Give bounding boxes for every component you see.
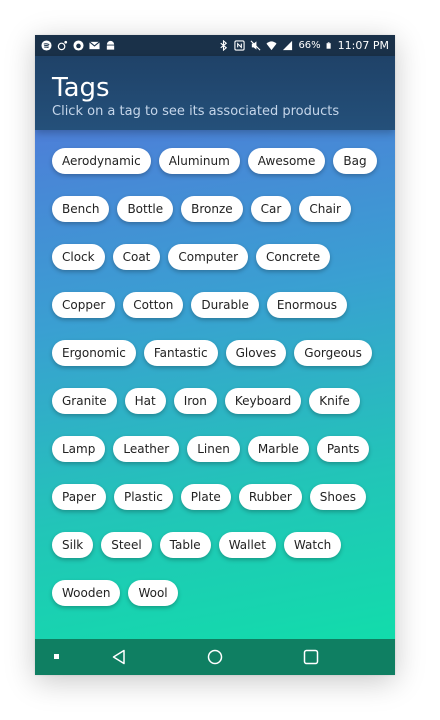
tag-chip-bottle[interactable]: Bottle: [117, 196, 174, 222]
status-left-icons: [41, 40, 116, 51]
page-subtitle: Click on a tag to see its associated pro…: [52, 104, 340, 119]
tag-chip-bronze[interactable]: Bronze: [181, 196, 243, 222]
tag-chip-aluminum[interactable]: Aluminum: [158, 148, 240, 174]
tag-chip-paper[interactable]: Paper: [52, 484, 106, 510]
tag-chip-iron[interactable]: Iron: [173, 388, 217, 414]
tag-chip-watch[interactable]: Watch: [283, 532, 342, 558]
spotify-icon: [41, 40, 52, 51]
home-button[interactable]: [205, 647, 225, 667]
bug-icon: [73, 40, 84, 51]
cast-icon: [57, 40, 68, 51]
tag-chip-fantastic[interactable]: Fantastic: [143, 340, 218, 366]
tag-chip-bag[interactable]: Bag: [333, 148, 377, 174]
back-button[interactable]: [109, 647, 129, 667]
tag-chip-plate[interactable]: Plate: [180, 484, 231, 510]
page-title: Tags: [52, 73, 110, 103]
tag-chip-leather[interactable]: Leather: [113, 436, 180, 462]
wifi-icon: [266, 41, 277, 51]
battery-icon: [326, 42, 331, 49]
tag-chip-wooden[interactable]: Wooden: [52, 580, 121, 606]
recent-apps-button[interactable]: [301, 647, 321, 667]
tag-chip-wool[interactable]: Wool: [128, 580, 178, 606]
android-icon: [106, 40, 115, 50]
tag-chip-knife[interactable]: Knife: [309, 388, 360, 414]
tag-chip-coat[interactable]: Coat: [112, 244, 161, 270]
tag-chip-granite[interactable]: Granite: [52, 388, 117, 414]
tag-chip-awesome[interactable]: Awesome: [247, 148, 326, 174]
tag-chip-gorgeous[interactable]: Gorgeous: [294, 340, 372, 366]
tag-chip-marble[interactable]: Marble: [247, 436, 309, 462]
status-time: 11:07 PM: [337, 39, 389, 52]
nfc-icon: [234, 40, 246, 51]
home-circle-icon: [207, 649, 223, 665]
mail-icon: [89, 41, 100, 50]
nav-indicator-dot: [54, 654, 59, 659]
tag-chip-cotton[interactable]: Cotton: [123, 292, 184, 318]
tag-chip-pants[interactable]: Pants: [316, 436, 370, 462]
tag-chip-copper[interactable]: Copper: [52, 292, 116, 318]
app-header: Tags Click on a tag to see its associate…: [35, 56, 395, 130]
tag-chip-shoes[interactable]: Shoes: [309, 484, 366, 510]
battery-percent: 66%: [298, 40, 321, 51]
tag-chip-ergonomic[interactable]: Ergonomic: [52, 340, 136, 366]
tag-chip-clock[interactable]: Clock: [52, 244, 105, 270]
tag-chip-computer[interactable]: Computer: [168, 244, 249, 270]
tag-chip-plastic[interactable]: Plastic: [113, 484, 173, 510]
tag-chip-bench[interactable]: Bench: [52, 196, 110, 222]
tag-chip-linen[interactable]: Linen: [187, 436, 240, 462]
tag-chip-lamp[interactable]: Lamp: [52, 436, 106, 462]
tag-chip-chair[interactable]: Chair: [299, 196, 351, 222]
status-bar: 66% 11:07 PM: [35, 35, 395, 56]
tag-chip-steel[interactable]: Steel: [101, 532, 152, 558]
tag-chip-silk[interactable]: Silk: [52, 532, 94, 558]
status-right-icons: 66% 11:07 PM: [218, 39, 389, 52]
tag-chip-durable[interactable]: Durable: [191, 292, 259, 318]
tag-chip-car[interactable]: Car: [250, 196, 292, 222]
tag-chip-keyboard[interactable]: Keyboard: [224, 388, 302, 414]
tag-chip-gloves[interactable]: Gloves: [225, 340, 287, 366]
back-triangle-icon: [112, 649, 125, 665]
android-nav-bar: [35, 639, 395, 675]
signal-icon: [283, 40, 293, 51]
tag-list: Aerodynamic Aluminum Awesome Bag Bench Bottle…: [52, 148, 388, 606]
bluetooth-icon: [220, 40, 228, 51]
tag-chip-rubber[interactable]: Rubber: [238, 484, 302, 510]
tag-chip-hat[interactable]: Hat: [124, 388, 166, 414]
recent-square-icon: [303, 649, 319, 665]
tag-chip-enormous[interactable]: Enormous: [266, 292, 347, 318]
tag-chip-table[interactable]: Table: [159, 532, 211, 558]
tag-chip-aerodynamic[interactable]: Aerodynamic: [52, 148, 151, 174]
tag-chip-wallet[interactable]: Wallet: [218, 532, 276, 558]
phone-frame: 66% 11:07 PM Tags Click on a tag to see …: [35, 35, 395, 675]
tag-chip-concrete[interactable]: Concrete: [256, 244, 331, 270]
tags-content: Aerodynamic Aluminum Awesome Bag Bench Bottle…: [35, 130, 395, 639]
mute-icon: [250, 40, 261, 51]
